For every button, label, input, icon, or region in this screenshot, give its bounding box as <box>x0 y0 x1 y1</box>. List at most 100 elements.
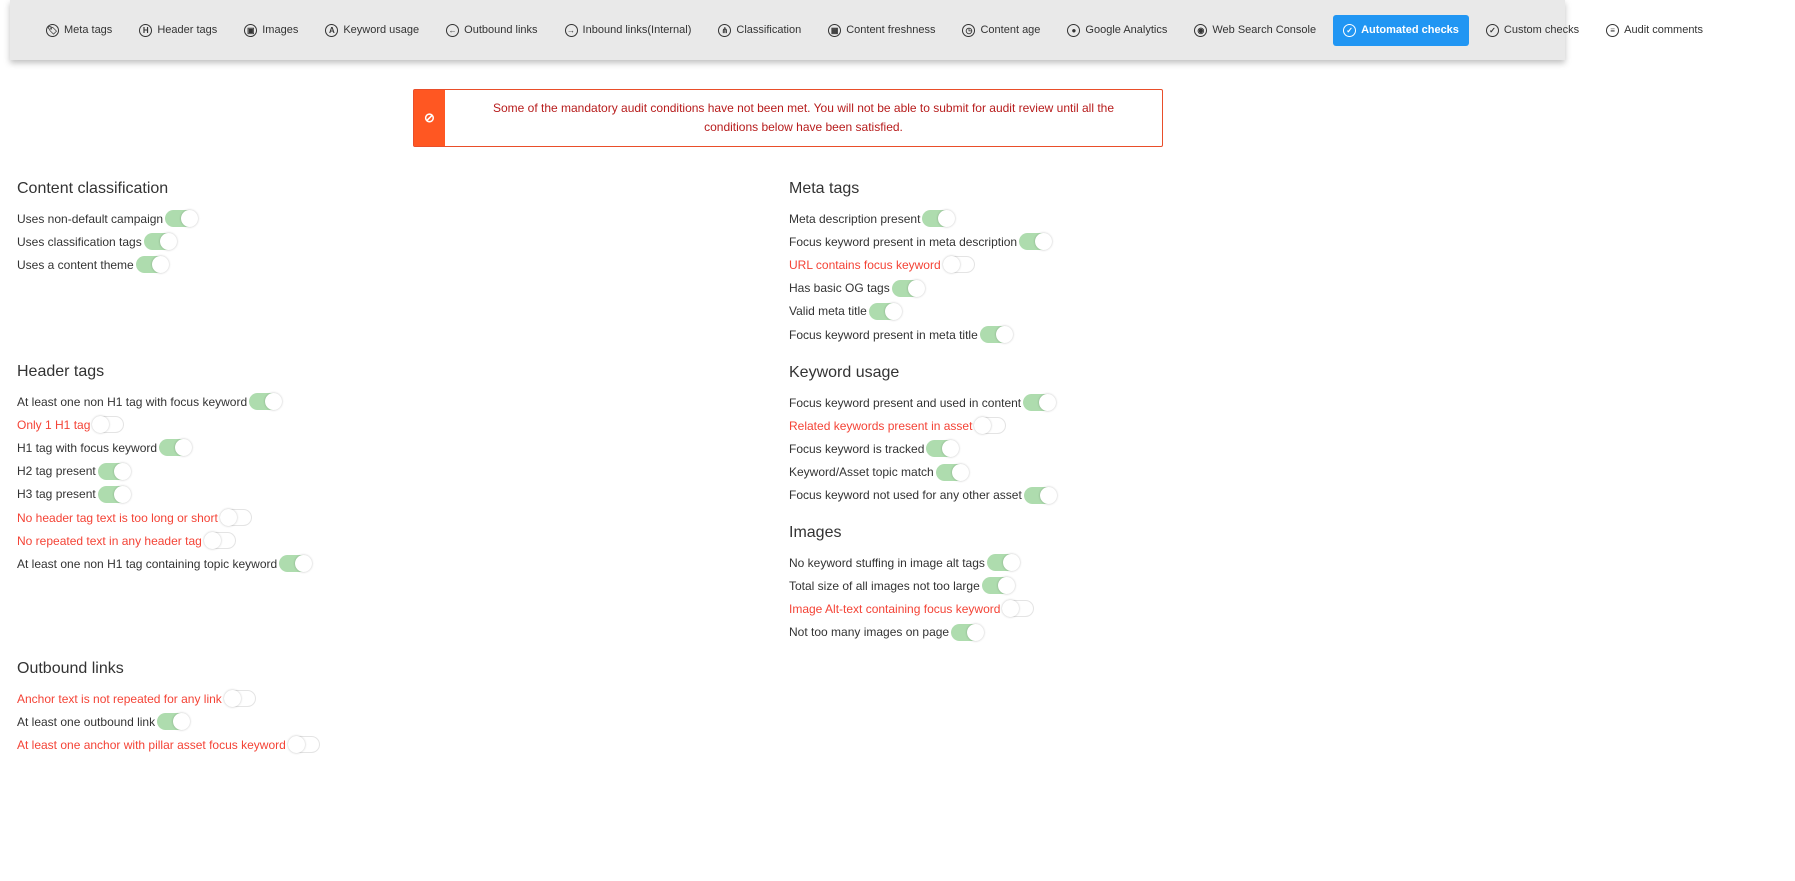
check-label: H1 tag with focus keyword <box>17 440 158 455</box>
toggle-knob <box>1035 233 1053 251</box>
tab-inbound-links-internal[interactable]: → Inbound links(Internal) <box>555 15 702 46</box>
check-toggle[interactable] <box>249 393 283 411</box>
check-label: At least one outbound link <box>17 714 156 729</box>
tab-label: Automated checks <box>1361 24 1459 36</box>
tab-automated-checks[interactable]: ✓ Automated checks <box>1333 14 1469 46</box>
check-toggle[interactable] <box>1002 600 1035 618</box>
check-item: H3 tag present <box>17 483 311 506</box>
check-label: Focus keyword present in meta title <box>789 327 978 342</box>
check-label: URL contains focus keyword <box>789 257 941 272</box>
toggle-knob <box>203 532 221 550</box>
tab-keyword-usage[interactable]: A Keyword usage <box>315 15 429 46</box>
check-toggle[interactable] <box>92 416 125 434</box>
check-item: Uses non-default campaign <box>17 207 199 230</box>
toggle-knob <box>995 326 1013 344</box>
section-title: Outbound links <box>17 660 124 677</box>
check-toggle[interactable] <box>974 417 1007 435</box>
check-label: No keyword stuffing in image alt tags <box>789 555 985 570</box>
check-item: Uses a content theme <box>17 253 197 276</box>
check-item: At least one outbound link <box>17 710 320 733</box>
toggle-knob <box>159 233 177 251</box>
check-item: At least one non H1 tag with focus keywo… <box>17 390 311 413</box>
check-label: Only 1 H1 tag <box>17 417 91 432</box>
check-toggle[interactable] <box>942 256 975 274</box>
check-toggle[interactable] <box>159 439 193 457</box>
check-toggle[interactable] <box>891 279 925 297</box>
comments-icon: ≡ <box>1606 23 1620 37</box>
toggle-knob <box>907 279 925 297</box>
check-toggle[interactable] <box>143 233 177 251</box>
section-images: Images No keyword stuffing in image alt t… <box>789 524 1035 644</box>
check-toggle[interactable] <box>922 210 956 228</box>
toggle-knob <box>942 440 960 458</box>
check-circle-icon: ✓ <box>1343 23 1357 37</box>
check-toggle[interactable] <box>287 736 320 754</box>
check-label: H2 tag present <box>17 464 96 479</box>
tab-web-search-console[interactable]: ◉ Web Search Console <box>1184 15 1326 46</box>
check-toggle[interactable] <box>935 463 969 481</box>
toggle-knob <box>884 302 902 320</box>
check-toggle[interactable] <box>97 485 131 503</box>
check-item: Focus keyword present in meta descriptio… <box>789 230 1053 253</box>
alert-message: Some of the mandatory audit conditions h… <box>492 101 1115 134</box>
tab-outbound-links[interactable]: ← Outbound links <box>436 15 547 46</box>
tab-content-freshness[interactable]: ▦ Content freshness <box>818 15 945 46</box>
check-toggle[interactable] <box>868 302 902 320</box>
tab-google-analytics[interactable]: ● Google Analytics <box>1057 15 1177 46</box>
check-label: Keyword/Asset topic match <box>789 465 934 480</box>
check-toggle[interactable] <box>926 440 960 458</box>
check-label: Uses a content theme <box>17 257 134 272</box>
toggle-knob <box>1039 394 1057 412</box>
check-toggle[interactable] <box>97 462 131 480</box>
tab-label: Outbound links <box>464 24 538 36</box>
check-item: H1 tag with focus keyword <box>17 436 311 459</box>
check-label: Uses non-default campaign <box>17 211 164 226</box>
section-meta-tags: Meta tags Meta description present Focus k… <box>789 180 1053 346</box>
toggle-knob <box>942 256 960 274</box>
tab-header-tags[interactable]: H Header tags <box>129 15 227 46</box>
ban-icon: ⊘ <box>414 90 445 146</box>
toggle-knob <box>223 690 241 708</box>
image-icon: ▣ <box>244 23 258 37</box>
check-item: Meta description present <box>789 207 1051 230</box>
section-title: Header tags <box>17 363 105 380</box>
check-item: Not too many images on page <box>789 621 1034 644</box>
tab-images[interactable]: ▣ Images <box>234 15 308 46</box>
tab-label: Header tags <box>157 24 218 36</box>
check-toggle[interactable] <box>219 509 252 527</box>
check-toggle[interactable] <box>951 623 985 641</box>
check-item: Uses classification tags <box>17 230 197 253</box>
tab-content-age[interactable]: ◷ Content age <box>952 15 1050 46</box>
check-toggle[interactable] <box>157 713 191 731</box>
check-item: Only 1 H1 tag <box>17 413 311 436</box>
arrow-right-icon: → <box>564 23 578 37</box>
tab-custom-checks[interactable]: ✓ Custom checks <box>1476 15 1589 46</box>
check-label: Meta description present <box>789 211 921 226</box>
section-keyword-usage: Keyword usage Focus keyword present and u… <box>789 364 1057 507</box>
check-toggle[interactable] <box>135 256 169 274</box>
check-toggle[interactable] <box>203 532 236 550</box>
tab-meta-tags[interactable]: 🏷 Meta tags <box>36 15 122 46</box>
check-toggle[interactable] <box>1019 233 1053 251</box>
tag-icon: 🏷 <box>46 23 59 37</box>
check-toggle[interactable] <box>165 210 199 228</box>
check-toggle[interactable] <box>986 554 1020 572</box>
check-toggle[interactable] <box>1023 394 1057 412</box>
tab-classification[interactable]: ⋔ Classification <box>708 15 811 46</box>
check-item: Focus keyword present and used in conten… <box>789 391 1057 414</box>
check-toggle[interactable] <box>279 555 313 573</box>
check-toggle[interactable] <box>223 690 256 708</box>
tab-label: Keyword usage <box>343 24 420 36</box>
tab-label: Web Search Console <box>1212 24 1317 36</box>
tab-audit-comments[interactable]: ≡ Audit comments <box>1596 15 1713 46</box>
toggle-knob <box>113 485 131 503</box>
toggle-knob <box>287 736 305 754</box>
check-toggle[interactable] <box>1023 486 1057 504</box>
header-icon: H <box>139 23 153 37</box>
check-item: Focus keyword is tracked <box>789 437 1056 460</box>
check-toggle[interactable] <box>981 577 1015 595</box>
toggle-knob <box>938 210 956 228</box>
check-toggle[interactable] <box>979 326 1013 344</box>
check-item: URL contains focus keyword <box>789 253 1051 276</box>
toggle-knob <box>219 509 237 527</box>
